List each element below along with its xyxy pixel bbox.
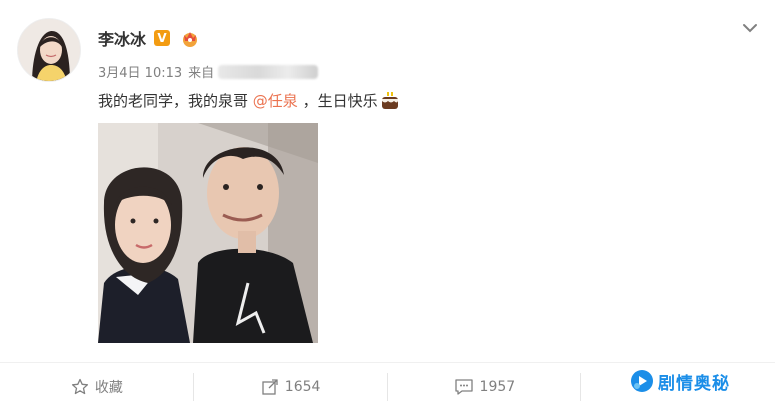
username[interactable]: 李冰冰 bbox=[98, 26, 146, 50]
chevron-down-icon[interactable] bbox=[740, 18, 760, 38]
repost-button[interactable]: 1654 bbox=[194, 363, 388, 410]
weibo-post-card: 李冰冰 V 3月4日 10:13 来自 我的老同学，我的泉哥 @任泉 ，生日快乐 bbox=[0, 0, 775, 410]
user-avatar[interactable] bbox=[17, 18, 81, 82]
post-photo[interactable] bbox=[98, 123, 318, 343]
blurred-source bbox=[218, 64, 319, 79]
name-row: 李冰冰 V bbox=[98, 26, 200, 50]
comment-count: 1957 bbox=[479, 378, 516, 395]
user-mention-link[interactable]: @任泉 bbox=[253, 90, 298, 112]
repost-count: 1654 bbox=[284, 378, 321, 395]
collect-label: 收藏 bbox=[94, 379, 123, 396]
post-date[interactable]: 3月4日 10:13 bbox=[98, 62, 182, 81]
watermark-text: 剧情奥秘 bbox=[658, 373, 730, 394]
content-text-after: ，生日快乐 bbox=[297, 92, 378, 110]
comment-button[interactable]: 1957 bbox=[388, 363, 582, 410]
comment-icon bbox=[454, 378, 473, 395]
member-crown-icon[interactable] bbox=[180, 29, 200, 47]
verified-badge-icon: V bbox=[154, 30, 171, 46]
post-source-prefix: 来自 bbox=[188, 66, 215, 81]
play-logo-icon bbox=[631, 370, 653, 392]
content-text-before: 我的老同学，我的泉哥 bbox=[98, 92, 253, 110]
watermark: 剧情奥秘 bbox=[630, 363, 730, 399]
avatar-icon bbox=[18, 19, 80, 81]
birthday-cake-icon bbox=[381, 92, 398, 109]
collect-button[interactable]: 收藏 bbox=[0, 363, 194, 410]
repost-icon bbox=[262, 378, 278, 395]
post-content: 我的老同学，我的泉哥 @任泉 ，生日快乐 bbox=[98, 90, 400, 112]
star-icon bbox=[71, 378, 88, 394]
photo-image bbox=[98, 123, 318, 343]
post-meta: 3月4日 10:13 来自 bbox=[98, 62, 319, 81]
